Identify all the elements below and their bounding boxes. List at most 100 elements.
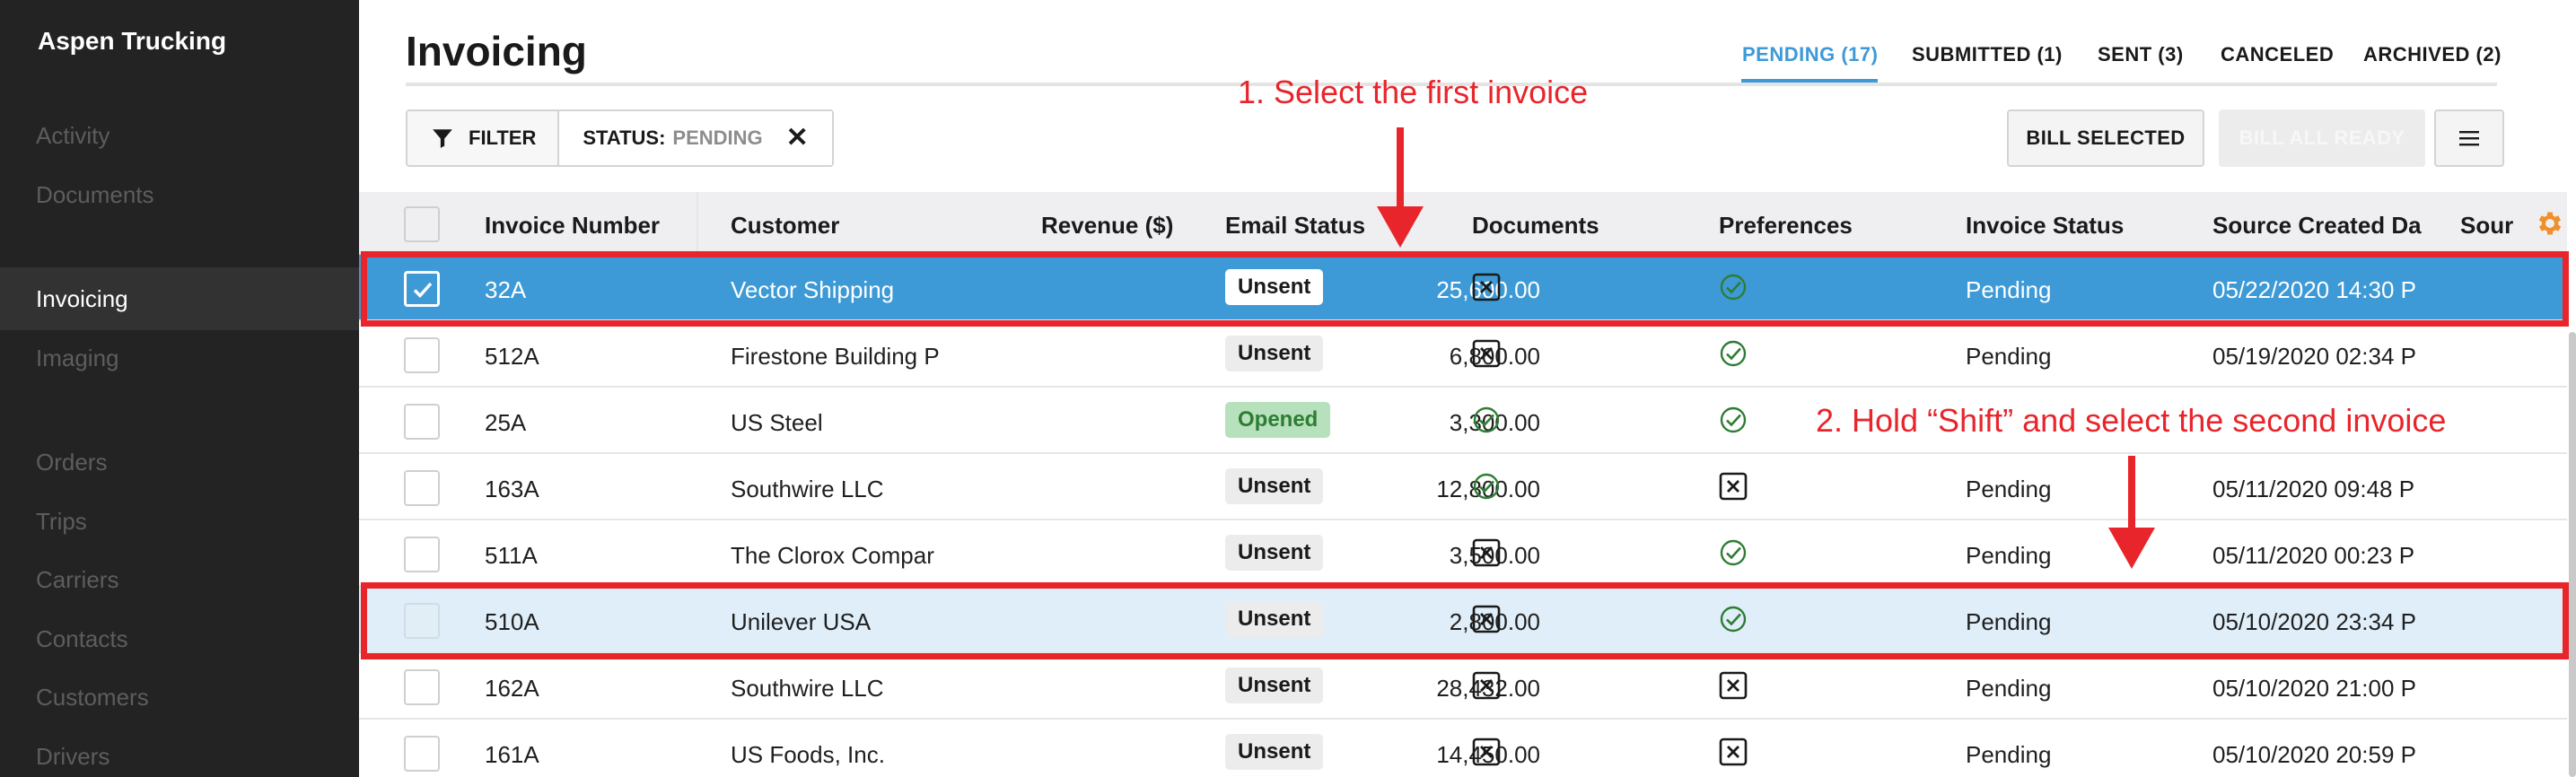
sidebar-item-orders[interactable]: Orders [36, 449, 107, 476]
invoice-status: Pending [1966, 741, 2052, 768]
brand-name: Aspen Trucking [38, 27, 227, 55]
status-filter-key: STATUS: [583, 127, 666, 149]
annotation-arrow-down-icon [2108, 456, 2155, 569]
x-box-icon [1472, 738, 1501, 771]
email-status-badge: Unsent [1225, 535, 1324, 571]
table-row[interactable]: 161AUS Foods, Inc.14,450.00UnsentPending… [359, 720, 2567, 777]
status-filter-value: PENDING [672, 127, 763, 149]
active-tab-indicator [1741, 79, 1878, 83]
tab-canceled[interactable]: CANCELED [2221, 43, 2334, 66]
sidebar: Aspen Trucking Activity Documents Invoic… [0, 0, 359, 777]
source-created-date: 05/10/2020 21:00 P [2212, 675, 2416, 702]
invoice-number[interactable]: 161A [485, 741, 539, 769]
menu-button[interactable] [2434, 109, 2504, 167]
invoice-number[interactable]: 162A [485, 675, 539, 703]
invoice-status: Pending [1966, 675, 2052, 702]
source-created-date: 05/11/2020 00:23 P [2212, 542, 2415, 569]
close-icon[interactable]: ✕ [786, 125, 809, 152]
annotation-highlight-first-row [361, 251, 2569, 327]
check-circle-icon [1719, 339, 1748, 372]
sidebar-item-carriers[interactable]: Carriers [36, 566, 118, 594]
row-checkbox[interactable] [404, 470, 440, 506]
source-created-date: 05/19/2020 02:34 P [2212, 343, 2416, 370]
column-header-invoice-number[interactable]: Invoice Number [485, 212, 660, 240]
column-header-documents[interactable]: Documents [1472, 212, 1599, 240]
column-header-preferences[interactable]: Preferences [1719, 212, 1853, 240]
sidebar-item-imaging[interactable]: Imaging [36, 345, 119, 372]
customer-name: US Foods, Inc. [731, 741, 885, 768]
table-scrollbar[interactable] [2569, 332, 2576, 777]
table-header: Invoice Number Customer Revenue ($) Emai… [359, 192, 2567, 255]
invoice-status: Pending [1966, 542, 2052, 569]
email-status-badge: Unsent [1225, 734, 1324, 770]
table-row[interactable]: 512A Firestone Building P 6,800.00 Unsent Pe… [359, 321, 2567, 388]
invoice-status: Pending [1966, 476, 2052, 502]
status-filter-chip: STATUS: PENDING ✕ [559, 111, 832, 165]
row-checkbox[interactable] [404, 669, 440, 705]
tab-pending[interactable]: PENDING (17) [1742, 43, 1878, 66]
email-status-badge: Unsent [1225, 668, 1324, 703]
customer-name: Southwire LLC [731, 675, 884, 702]
column-header-revenue[interactable]: Revenue ($) [1041, 212, 1173, 240]
main-content: Invoicing PENDING (17) SUBMITTED (1) SEN… [359, 0, 2576, 777]
invoice-number[interactable]: 512A [485, 343, 539, 371]
row-checkbox[interactable] [404, 337, 440, 373]
column-header-invoice-status[interactable]: Invoice Status [1966, 212, 2124, 240]
source-created-date: 05/11/2020 09:48 P [2212, 476, 2415, 502]
table-row[interactable]: 162ASouthwire LLC28,432.00UnsentPending0… [359, 653, 2567, 720]
check-circle-icon [1472, 406, 1501, 439]
column-header-source[interactable]: Sour [2460, 212, 2516, 240]
row-checkbox[interactable] [404, 537, 440, 572]
customer-name: Southwire LLC [731, 476, 884, 502]
gear-icon[interactable] [2535, 208, 2565, 239]
email-status-badge: Unsent [1225, 336, 1324, 371]
sidebar-item-drivers[interactable]: Drivers [36, 743, 110, 771]
check-circle-icon [1719, 538, 1748, 572]
x-box-icon [1472, 538, 1501, 572]
annotation-highlight-second-row [361, 582, 2569, 659]
source-created-date: 05/10/2020 20:59 P [2212, 741, 2416, 768]
annotation-step-2: 2. Hold “Shift” and select the second in… [1816, 402, 2447, 439]
annotation-step-1: 1. Select the first invoice [1238, 74, 1589, 110]
invoice-number[interactable]: 511A [485, 542, 538, 570]
table-row[interactable]: 163A Southwire LLC 12,800.00 Unsent Pending 0… [359, 454, 2567, 520]
table-row[interactable]: 511A The Clorox Compar 3,500.00 Unsent Pendi… [359, 520, 2567, 587]
column-header-email-status[interactable]: Email Status [1225, 212, 1365, 240]
check-circle-icon [1472, 472, 1501, 505]
customer-name: The Clorox Compar [731, 542, 934, 569]
invoice-number[interactable]: 163A [485, 476, 539, 503]
invoice-status: Pending [1966, 343, 2052, 370]
column-header-source-created-date[interactable]: Source Created Da [2212, 212, 2424, 240]
tab-submitted[interactable]: SUBMITTED (1) [1912, 43, 2063, 66]
x-box-icon [1719, 738, 1748, 771]
filter-bar: FILTER STATUS: PENDING ✕ [406, 109, 834, 167]
row-checkbox[interactable] [404, 736, 440, 772]
tab-archived[interactable]: ARCHIVED (2) [2363, 43, 2502, 66]
bill-selected-button[interactable]: BILL SELECTED [2007, 109, 2204, 167]
email-status-badge: Opened [1225, 402, 1331, 438]
filter-button-label: FILTER [469, 127, 537, 149]
row-checkbox[interactable] [404, 404, 440, 440]
check-circle-icon [1719, 406, 1748, 439]
column-header-customer[interactable]: Customer [731, 212, 839, 240]
annotation-arrow-down-icon [1377, 127, 1424, 248]
filter-button[interactable]: FILTER [407, 111, 560, 165]
x-box-icon [1472, 339, 1501, 372]
tab-sent[interactable]: SENT (3) [2098, 43, 2184, 66]
x-box-icon [1719, 472, 1748, 505]
sidebar-item-documents[interactable]: Documents [36, 181, 154, 209]
customer-name: Firestone Building P [731, 343, 940, 370]
select-all-checkbox[interactable] [404, 206, 440, 242]
filter-icon [433, 129, 452, 148]
sidebar-item-activity[interactable]: Activity [36, 122, 110, 150]
email-status-badge: Unsent [1225, 468, 1324, 504]
sidebar-item-trips[interactable]: Trips [36, 508, 87, 536]
sidebar-item-contacts[interactable]: Contacts [36, 625, 128, 653]
x-box-icon [1472, 671, 1501, 704]
hamburger-icon [2459, 131, 2479, 146]
sidebar-item-customers[interactable]: Customers [36, 684, 149, 712]
customer-name: US Steel [731, 409, 823, 436]
invoice-number[interactable]: 25A [485, 409, 526, 437]
sidebar-item-invoicing[interactable]: Invoicing [36, 285, 128, 313]
bill-all-ready-button: BILL ALL READY [2219, 109, 2425, 167]
